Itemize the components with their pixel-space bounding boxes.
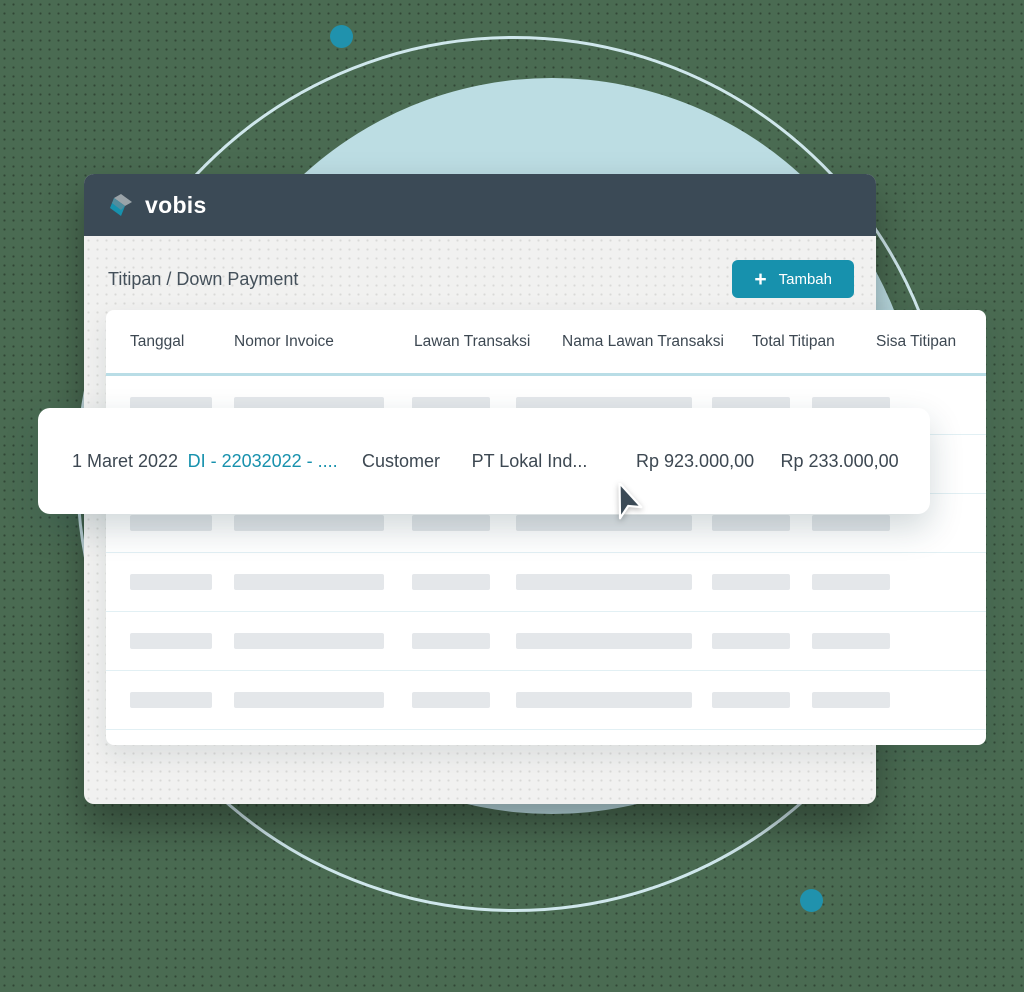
cell-nomor-invoice-link[interactable]: DI - 22032022 - ....: [188, 451, 362, 472]
column-header-tanggal[interactable]: Tanggal: [106, 333, 234, 351]
column-header-sisa-titipan[interactable]: Sisa Titipan: [876, 333, 986, 351]
data-table-panel: Tanggal Nomor Invoice Lawan Transaksi Na…: [106, 310, 986, 745]
cell-lawan-transaksi: Customer: [361, 450, 441, 471]
ring-node-dot-bottom: [800, 889, 823, 912]
illustration-canvas: vobis Titipan / Down Payment + Tambah Ta…: [0, 0, 1024, 992]
skeleton-cell: [412, 574, 490, 590]
vobis-diamond-logo-icon: [110, 194, 132, 216]
column-header-nomor-invoice[interactable]: Nomor Invoice: [234, 333, 414, 351]
cell-tanggal: 1 Maret 2022: [72, 450, 179, 471]
mouse-pointer-icon: [618, 483, 643, 520]
ring-node-dot-top: [330, 25, 353, 48]
skeleton-cell: [234, 633, 384, 649]
skeleton-cell: [130, 692, 212, 708]
skeleton-cell: [516, 515, 692, 531]
table-header-row: Tanggal Nomor Invoice Lawan Transaksi Na…: [106, 310, 986, 376]
add-button-label: Tambah: [778, 270, 832, 288]
skeleton-cell: [712, 692, 790, 708]
skeleton-cell: [516, 692, 692, 708]
skeleton-cell: [516, 574, 692, 590]
skeleton-cell: [516, 633, 692, 649]
cell-nama-lawan-transaksi: PT Lokal Ind...: [471, 450, 588, 471]
app-titlebar: vobis: [84, 174, 876, 236]
skeleton-cell: [130, 574, 212, 590]
app-logo-text: vobis: [145, 191, 207, 218]
add-button[interactable]: + Tambah: [732, 260, 854, 298]
highlighted-row-card[interactable]: 1 Maret 2022 DI - 22032022 - .... Custom…: [38, 408, 930, 514]
skeleton-cell: [412, 515, 490, 531]
page-title: Titipan / Down Payment: [108, 268, 299, 289]
plus-icon: +: [754, 267, 767, 291]
app-logo[interactable]: vobis: [108, 192, 207, 219]
column-header-nama-lawan-transaksi[interactable]: Nama Lawan Transaksi: [562, 333, 752, 351]
skeleton-cell: [712, 633, 790, 649]
table-row[interactable]: [106, 612, 986, 671]
skeleton-cell: [812, 692, 890, 708]
skeleton-cell: [130, 515, 212, 531]
skeleton-cell: [412, 633, 490, 649]
skeleton-cell: [812, 633, 890, 649]
skeleton-cell: [234, 692, 384, 708]
skeleton-cell: [712, 515, 790, 531]
table-row[interactable]: [106, 671, 986, 730]
cell-sisa-titipan: Rp 233.000,00: [780, 450, 899, 471]
skeleton-cell: [234, 574, 384, 590]
skeleton-cell: [412, 692, 490, 708]
cell-total-titipan: Rp 923.000,00: [636, 450, 755, 471]
skeleton-cell: [130, 633, 212, 649]
skeleton-cell: [812, 515, 890, 531]
skeleton-cell: [712, 574, 790, 590]
column-header-total-titipan[interactable]: Total Titipan: [752, 333, 876, 351]
column-header-lawan-transaksi[interactable]: Lawan Transaksi: [414, 333, 562, 351]
skeleton-cell: [812, 574, 890, 590]
table-row[interactable]: [106, 553, 986, 612]
skeleton-cell: [234, 515, 384, 531]
table-row[interactable]: [106, 730, 986, 745]
